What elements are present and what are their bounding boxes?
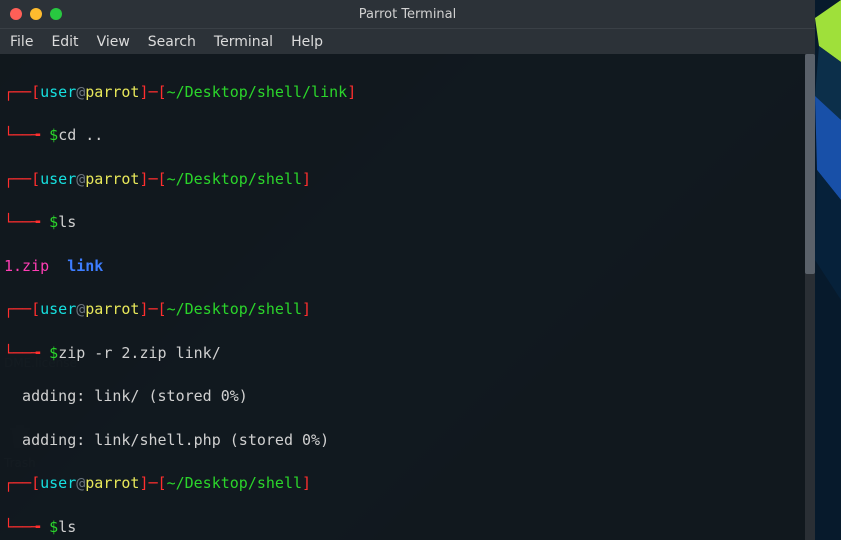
window-title: Parrot Terminal — [0, 7, 815, 22]
menu-terminal[interactable]: Terminal — [214, 34, 273, 50]
prompt-line: ┌──[user@parrot]─[~/Desktop/shell] — [4, 299, 811, 321]
command-line: └──╼ $cd .. — [4, 125, 811, 147]
maximize-button[interactable] — [50, 8, 62, 20]
prompt-line: ┌──[user@parrot]─[~/Desktop/shell] — [4, 169, 811, 191]
menubar: File Edit View Search Terminal Help — [0, 28, 815, 54]
menu-search[interactable]: Search — [148, 34, 196, 50]
scrollbar[interactable] — [805, 54, 815, 540]
command-line: └──╼ $ls — [4, 517, 811, 539]
menu-file[interactable]: File — [10, 34, 33, 50]
scrollbar-thumb[interactable] — [805, 54, 815, 274]
menu-help[interactable]: Help — [291, 34, 323, 50]
minimize-button[interactable] — [30, 8, 42, 20]
titlebar[interactable]: Parrot Terminal — [0, 0, 815, 28]
terminal-output[interactable]: ┌──[user@parrot]─[~/Desktop/shell/link] … — [0, 54, 815, 540]
output-line: adding: link/shell.php (stored 0%) — [4, 430, 811, 452]
prompt-line: ┌──[user@parrot]─[~/Desktop/shell/link] — [4, 82, 811, 104]
terminal-window: Parrot Terminal File Edit View Search Te… — [0, 0, 815, 540]
output-line: 1.zip link — [4, 256, 811, 278]
close-button[interactable] — [10, 8, 22, 20]
prompt-line: ┌──[user@parrot]─[~/Desktop/shell] — [4, 473, 811, 495]
output-line: adding: link/ (stored 0%) — [4, 386, 811, 408]
menu-view[interactable]: View — [97, 34, 130, 50]
wallpaper-parrot-edge — [815, 0, 841, 540]
command-line: └──╼ $zip -r 2.zip link/ — [4, 343, 811, 365]
menu-edit[interactable]: Edit — [51, 34, 78, 50]
command-line: └──╼ $ls — [4, 212, 811, 234]
window-controls — [0, 8, 62, 20]
